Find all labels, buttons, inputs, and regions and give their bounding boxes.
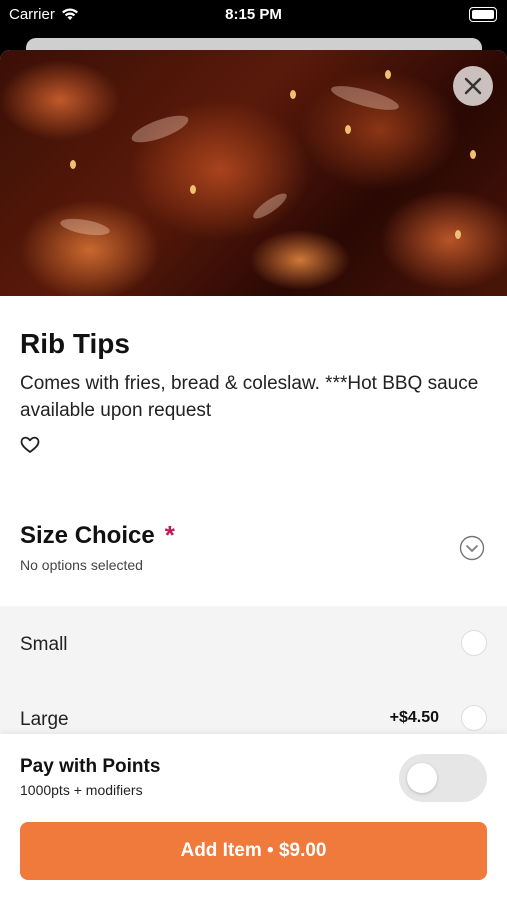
pay-with-points-subtitle: 1000pts + modifiers [20, 782, 143, 798]
option-label: Large [20, 709, 69, 730]
item-description: Comes with fries, bread & coleslaw. ***H… [20, 373, 479, 421]
toggle-knob [407, 763, 437, 793]
item-photo [0, 50, 507, 296]
size-option-large[interactable]: Large +$4.50 [0, 681, 507, 741]
chevron-down-icon[interactable] [459, 535, 485, 561]
size-option-small[interactable]: Small [0, 606, 507, 666]
size-choice-title: Size Choice [20, 521, 155, 549]
status-time: 8:15 PM [225, 6, 282, 23]
close-button[interactable] [453, 66, 493, 106]
add-item-button[interactable]: Add Item • $9.00 [20, 822, 487, 880]
option-radio[interactable] [461, 705, 487, 731]
size-options-list: Small Large +$4.50 [0, 606, 507, 736]
option-radio[interactable] [461, 630, 487, 656]
pay-with-points-toggle[interactable] [399, 754, 487, 802]
close-icon [464, 77, 482, 95]
required-marker: * [164, 520, 175, 550]
checkout-footer: Pay with Points 1000pts + modifiers Add … [0, 734, 507, 900]
favorite-heart-icon[interactable] [20, 436, 40, 454]
option-label: Small [20, 634, 68, 655]
size-choice-header[interactable]: Size Choice * [20, 520, 487, 551]
size-choice-subtitle: No options selected [20, 557, 143, 573]
item-detail-sheet: Rib Tips Comes with fries, bread & coles… [0, 50, 507, 900]
battery-icon [469, 7, 497, 22]
status-bar: Carrier 8:15 PM [0, 0, 507, 30]
item-title: Rib Tips [20, 328, 130, 359]
option-price: +$4.50 [389, 709, 439, 726]
pay-with-points-title: Pay with Points [20, 756, 161, 777]
